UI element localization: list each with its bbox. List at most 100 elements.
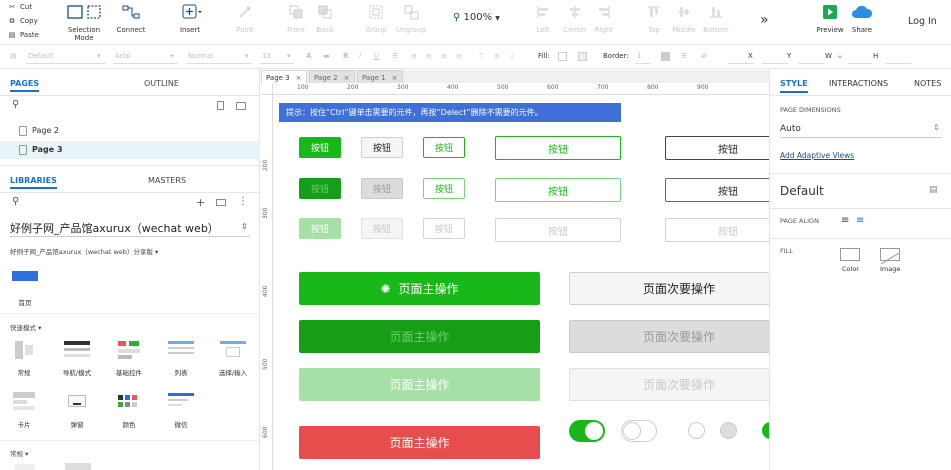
share-button[interactable]: Share (848, 4, 876, 34)
tab-notes[interactable]: NOTES (914, 79, 941, 88)
plus-icon[interactable]: + (196, 196, 205, 209)
close-icon[interactable]: × (296, 74, 302, 82)
w-input[interactable] (798, 63, 824, 64)
valign-bottom-icon[interactable]: ⊥ (509, 52, 515, 60)
library-item[interactable]: 选择/输入 (213, 339, 253, 377)
text-align-right-icon[interactable]: ≡ (441, 52, 447, 60)
font-color-icon[interactable]: A (306, 52, 311, 60)
tab-masters[interactable]: MASTERS (148, 176, 186, 185)
button-secondary-large-disabled[interactable]: 页面次要操作 (569, 368, 769, 401)
library-group-quick[interactable]: 快速模式 ▾ (10, 322, 41, 332)
align-left-button[interactable]: Left (533, 4, 553, 34)
button-primary-large-pressed[interactable]: 页面主操作 (299, 320, 540, 353)
paste-button[interactable]: ▤ Paste (8, 31, 39, 39)
insert-button[interactable]: Insert (175, 4, 205, 34)
point-button[interactable]: Point (233, 4, 257, 34)
button-danger-large[interactable]: 页面主操作 (299, 426, 540, 459)
selection-mode-button[interactable]: Selection Mode (59, 4, 109, 42)
group-button[interactable]: Group (362, 4, 390, 34)
style-name[interactable]: Default (780, 184, 824, 198)
toggle-switch-off[interactable] (621, 420, 657, 442)
list-icon[interactable]: ☰ (392, 52, 398, 60)
page-tab[interactable]: Page 1 × (357, 70, 403, 83)
button-primary-small-pressed[interactable]: 按钮 (299, 178, 341, 199)
bold-icon[interactable]: B (343, 52, 348, 60)
library-item[interactable]: 弹窗 (57, 391, 97, 429)
style-manager-icon[interactable]: ▤ (929, 185, 938, 195)
page-align-center-icon[interactable]: ≡ (856, 215, 864, 226)
y-input[interactable] (762, 63, 788, 64)
fill-image-swatch[interactable] (880, 248, 900, 265)
align-bottom-button[interactable]: Bottom (703, 4, 729, 34)
tab-pages[interactable]: PAGES (10, 79, 40, 92)
radio-unchecked[interactable] (688, 422, 705, 439)
text-align-left-icon[interactable]: ≡ (411, 52, 417, 60)
library-item[interactable]: 微信 (161, 391, 201, 429)
align-top-button[interactable]: Top (645, 4, 663, 34)
tab-style[interactable]: STYLE (780, 79, 808, 93)
library-item-home[interactable]: 首页 (5, 269, 45, 307)
fill-color-swatch[interactable] (840, 248, 860, 261)
button-secondary-large-pressed[interactable]: 页面次要操作 (569, 320, 769, 353)
fill-color-swatch[interactable] (558, 52, 567, 61)
weight-dropdown[interactable]: Normal (188, 52, 213, 60)
add-page-icon[interactable] (217, 101, 224, 110)
h-input[interactable] (848, 63, 872, 64)
library-select[interactable]: 好例子网_产品馆axurux（wechat web） (10, 220, 250, 236)
fill-image-icon[interactable] (578, 52, 587, 61)
page-align-left-icon[interactable]: ≡ (841, 215, 849, 226)
ungroup-button[interactable]: Ungroup (394, 4, 428, 34)
button-outline-medium-disabled[interactable]: 按钮 (495, 218, 621, 242)
page-item[interactable]: Page 2 (0, 122, 260, 140)
library-item[interactable]: 常规 (4, 339, 44, 377)
library-item[interactable]: 颜色 (109, 391, 149, 429)
align-right-button[interactable]: Right (594, 4, 614, 34)
zoom-control[interactable]: ⚲ 100% ▼ (453, 12, 500, 23)
button-default-small-disabled[interactable]: 按钮 (361, 218, 403, 239)
tab-outline[interactable]: OUTLINE (144, 79, 179, 88)
page-tab[interactable]: Page 2 × (309, 70, 355, 83)
more-vertical-icon[interactable]: ⋮ (238, 196, 248, 207)
design-stage[interactable]: 提示：按住“Ctrl”键单击需要的元件，再按“Delect”删除不需要的元件。 … (273, 95, 769, 470)
button-primary-small[interactable]: 按钮 (299, 137, 341, 158)
connect-button[interactable]: Connect (116, 4, 146, 34)
library-group-general[interactable]: 常规 ▾ (10, 448, 28, 458)
tab-libraries[interactable]: LIBRARIES (10, 176, 57, 189)
add-folder-icon[interactable] (236, 102, 246, 110)
add-adaptive-views-link[interactable]: Add Adaptive Views (780, 151, 854, 160)
library-item[interactable]: 基础控件 (109, 339, 149, 377)
preview-button[interactable]: Preview (815, 4, 845, 34)
font-dropdown[interactable]: Arial (115, 52, 131, 60)
button-outline-medium-pressed[interactable]: 按钮 (495, 178, 621, 202)
import-library-icon[interactable] (216, 199, 226, 206)
button-primary-small-disabled[interactable]: 按钮 (299, 218, 341, 239)
button-bordered-medium-disabled[interactable]: 按钮 (665, 218, 769, 242)
lock-icon[interactable]: 🔒︎ (838, 52, 842, 61)
cut-button[interactable]: ✂ Cut (8, 3, 32, 11)
page-item[interactable]: Page 3 (0, 141, 260, 159)
radio-checked[interactable] (762, 422, 769, 439)
border-color-swatch[interactable] (661, 52, 670, 61)
close-icon[interactable]: × (392, 74, 398, 82)
more-icon[interactable]: » (760, 12, 769, 28)
search-icon[interactable]: ⚲ (12, 99, 19, 110)
italic-icon[interactable]: I (359, 52, 361, 60)
button-outline-small-pressed[interactable]: 按钮 (423, 178, 465, 199)
text-align-center-icon[interactable]: ≡ (426, 52, 432, 60)
page-tab[interactable]: Page 3 × (261, 70, 307, 83)
valign-middle-icon[interactable]: ≡ (494, 52, 500, 60)
valign-top-icon[interactable]: ⊤ (478, 52, 484, 60)
toggle-switch-on[interactable] (569, 420, 605, 442)
font-size-dropdown[interactable]: 13 (262, 52, 271, 60)
library-item[interactable]: 导航/模式 (57, 339, 97, 377)
radio-disabled[interactable] (720, 422, 737, 439)
button-default-small[interactable]: 按钮 (361, 137, 403, 158)
button-outline-small[interactable]: 按钮 (423, 137, 465, 158)
copy-button[interactable]: ⧉ Copy (8, 17, 38, 26)
close-icon[interactable]: × (344, 74, 350, 82)
library-item[interactable]: 卡片 (4, 391, 44, 429)
send-back-button[interactable]: Back (313, 4, 337, 34)
align-middle-button[interactable]: Middle (672, 4, 696, 34)
style-dropdown[interactable]: Default (28, 52, 54, 60)
button-primary-large-disabled[interactable]: 页面主操作 (299, 368, 540, 401)
